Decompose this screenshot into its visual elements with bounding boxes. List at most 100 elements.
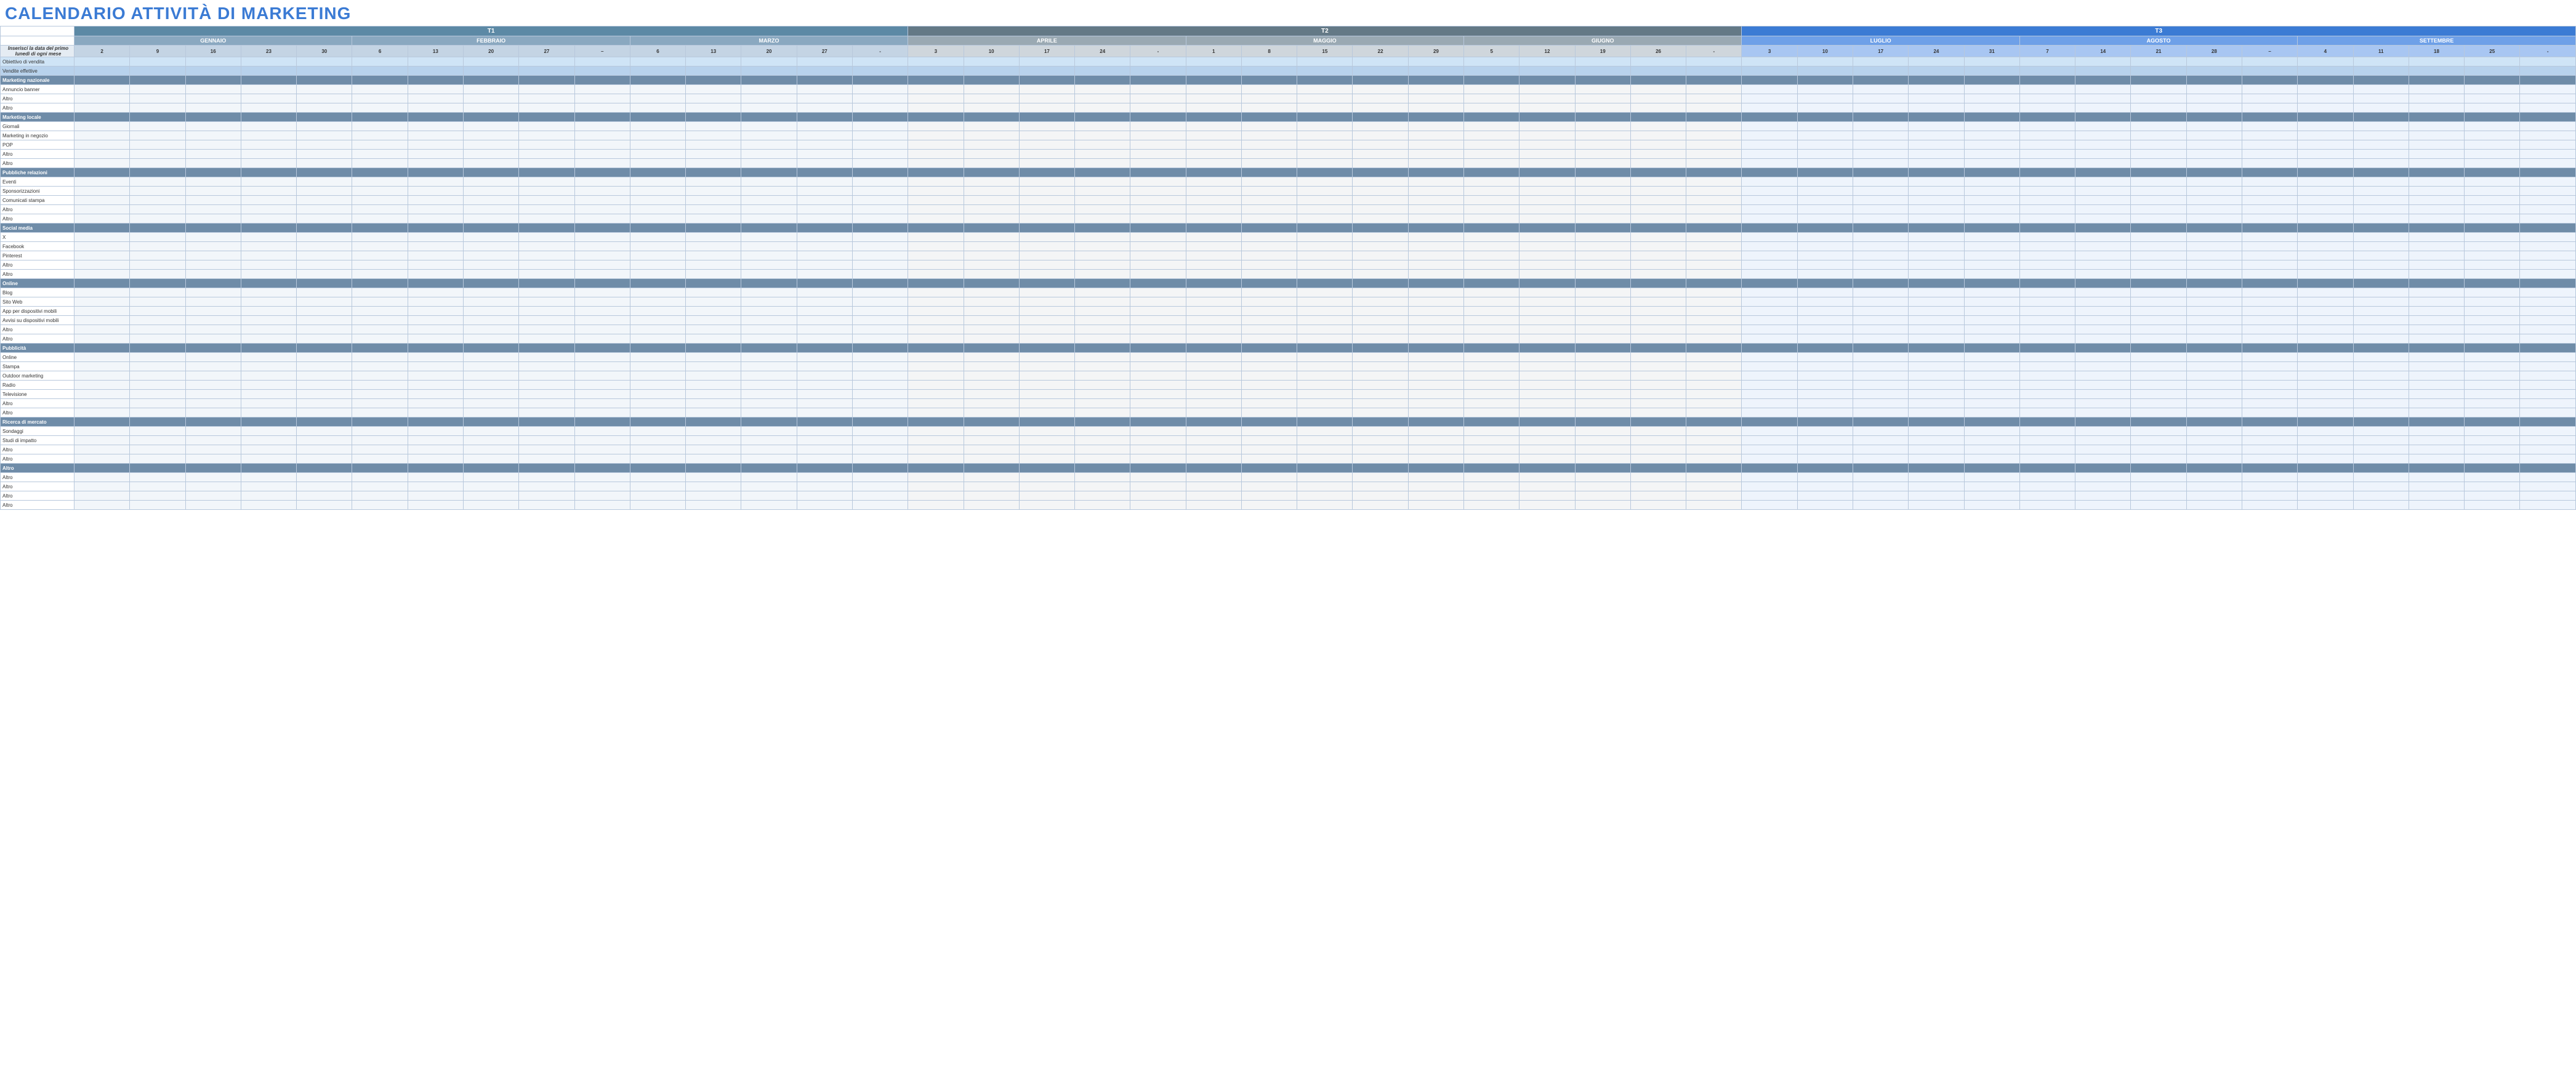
activity-cell[interactable] — [1297, 427, 1353, 436]
activity-cell[interactable] — [408, 288, 463, 297]
activity-cell[interactable] — [2186, 399, 2242, 408]
activity-cell[interactable] — [1630, 399, 1686, 408]
effective-cell[interactable] — [2242, 67, 2297, 76]
activity-cell[interactable] — [1686, 196, 1742, 205]
activity-cell[interactable] — [519, 270, 574, 279]
activity-cell[interactable] — [297, 381, 352, 390]
activity-cell[interactable] — [2520, 445, 2576, 454]
activity-cell[interactable] — [852, 205, 908, 214]
activity-cell[interactable] — [2409, 482, 2464, 491]
activity-cell[interactable] — [2075, 454, 2131, 464]
activity-cell[interactable] — [352, 205, 408, 214]
activity-cell[interactable] — [1464, 390, 1519, 399]
activity-cell[interactable] — [964, 334, 1019, 344]
activity-cell[interactable] — [463, 390, 518, 399]
activity-cell[interactable] — [2353, 288, 2409, 297]
activity-cell[interactable] — [185, 177, 241, 187]
activity-cell[interactable] — [1686, 482, 1742, 491]
activity-cell[interactable] — [185, 381, 241, 390]
activity-cell[interactable] — [74, 307, 130, 316]
activity-cell[interactable] — [130, 334, 185, 344]
activity-cell[interactable] — [2131, 316, 2186, 325]
activity-cell[interactable] — [2242, 316, 2297, 325]
activity-cell[interactable] — [130, 85, 185, 94]
activity-cell[interactable] — [1353, 251, 1408, 260]
activity-cell[interactable] — [74, 122, 130, 131]
activity-cell[interactable] — [463, 353, 518, 362]
activity-cell[interactable] — [463, 94, 518, 103]
activity-cell[interactable] — [1909, 353, 1964, 362]
activity-cell[interactable] — [1130, 390, 1186, 399]
activity-cell[interactable] — [797, 131, 852, 140]
activity-cell[interactable] — [1909, 94, 1964, 103]
activity-cell[interactable] — [1186, 103, 1241, 113]
activity-cell[interactable] — [574, 408, 630, 417]
activity-cell[interactable] — [74, 501, 130, 510]
activity-cell[interactable] — [797, 454, 852, 464]
activity-cell[interactable] — [2131, 140, 2186, 150]
activity-cell[interactable] — [1797, 491, 1853, 501]
activity-cell[interactable] — [1853, 362, 1909, 371]
activity-cell[interactable] — [130, 159, 185, 168]
activity-cell[interactable] — [1964, 371, 2019, 381]
activity-cell[interactable] — [1575, 454, 1630, 464]
activity-cell[interactable] — [1241, 94, 1297, 103]
activity-cell[interactable] — [74, 325, 130, 334]
activity-cell[interactable] — [1130, 371, 1186, 381]
activity-cell[interactable] — [908, 122, 964, 131]
activity-cell[interactable] — [2465, 399, 2520, 408]
activity-cell[interactable] — [1186, 122, 1241, 131]
activity-cell[interactable] — [1742, 187, 1797, 196]
activity-cell[interactable] — [2186, 177, 2242, 187]
activity-cell[interactable] — [1353, 94, 1408, 103]
goal-cell[interactable] — [2353, 57, 2409, 67]
activity-cell[interactable] — [1408, 362, 1463, 371]
activity-cell[interactable] — [1075, 381, 1130, 390]
activity-cell[interactable] — [1519, 307, 1575, 316]
activity-cell[interactable] — [1797, 233, 1853, 242]
activity-cell[interactable] — [463, 233, 518, 242]
activity-cell[interactable] — [408, 501, 463, 510]
activity-cell[interactable] — [1297, 316, 1353, 325]
activity-cell[interactable] — [1019, 288, 1074, 297]
activity-cell[interactable] — [1297, 251, 1353, 260]
activity-cell[interactable] — [463, 408, 518, 417]
activity-cell[interactable] — [519, 260, 574, 270]
activity-cell[interactable] — [352, 187, 408, 196]
activity-cell[interactable] — [297, 371, 352, 381]
activity-cell[interactable] — [1464, 122, 1519, 131]
activity-cell[interactable] — [1797, 473, 1853, 482]
activity-cell[interactable] — [2353, 427, 2409, 436]
activity-cell[interactable] — [1075, 436, 1130, 445]
activity-cell[interactable] — [1353, 334, 1408, 344]
activity-cell[interactable] — [74, 251, 130, 260]
activity-cell[interactable] — [241, 260, 296, 270]
activity-cell[interactable] — [741, 242, 797, 251]
activity-cell[interactable] — [2353, 205, 2409, 214]
activity-cell[interactable] — [2019, 390, 2075, 399]
activity-cell[interactable] — [1853, 501, 1909, 510]
activity-cell[interactable] — [1519, 233, 1575, 242]
activity-cell[interactable] — [519, 288, 574, 297]
activity-cell[interactable] — [1630, 242, 1686, 251]
activity-cell[interactable] — [574, 316, 630, 325]
activity-cell[interactable] — [1408, 371, 1463, 381]
activity-cell[interactable] — [185, 390, 241, 399]
activity-cell[interactable] — [2298, 260, 2353, 270]
activity-cell[interactable] — [1742, 94, 1797, 103]
activity-cell[interactable] — [1519, 454, 1575, 464]
activity-cell[interactable] — [463, 242, 518, 251]
activity-cell[interactable] — [1630, 381, 1686, 390]
activity-cell[interactable] — [2075, 307, 2131, 316]
activity-cell[interactable] — [2075, 270, 2131, 279]
activity-cell[interactable] — [1186, 362, 1241, 371]
activity-cell[interactable] — [1353, 260, 1408, 270]
activity-cell[interactable] — [463, 362, 518, 371]
activity-cell[interactable] — [797, 334, 852, 344]
activity-cell[interactable] — [1186, 473, 1241, 482]
activity-cell[interactable] — [1297, 390, 1353, 399]
activity-cell[interactable] — [852, 399, 908, 408]
activity-cell[interactable] — [408, 233, 463, 242]
activity-cell[interactable] — [185, 251, 241, 260]
activity-cell[interactable] — [1853, 233, 1909, 242]
